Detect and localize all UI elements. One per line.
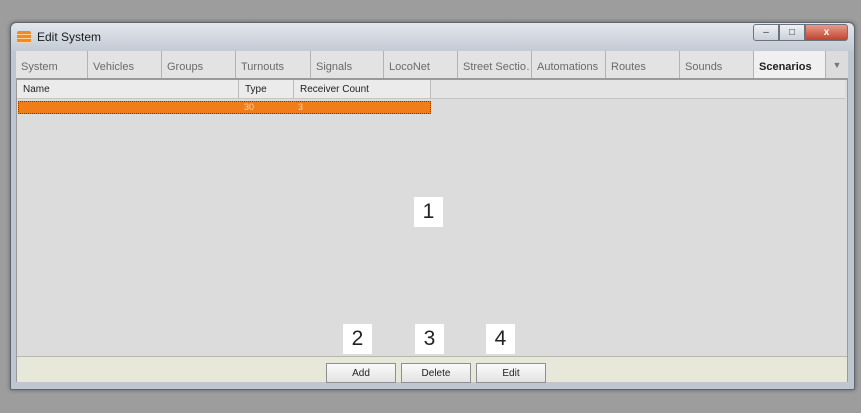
column-header-receiver-count[interactable]: Receiver Count	[294, 80, 431, 98]
tab-routes[interactable]: Routes	[606, 51, 680, 78]
tab-sounds[interactable]: Sounds	[680, 51, 754, 78]
callout-2: 2	[343, 324, 372, 354]
tab-automations[interactable]: Automations	[532, 51, 606, 78]
tab-system[interactable]: System	[16, 51, 88, 78]
tab-groups[interactable]: Groups	[162, 51, 236, 78]
maximize-icon: □	[788, 27, 796, 38]
delete-button[interactable]: Delete	[401, 363, 471, 383]
cell-receiver-count: 3	[298, 102, 304, 112]
tab-street-sections[interactable]: Street Sectio…	[458, 51, 532, 78]
tab-turnouts[interactable]: Turnouts	[236, 51, 311, 78]
column-header-name[interactable]: Name	[17, 80, 239, 98]
tab-vehicles[interactable]: Vehicles	[88, 51, 162, 78]
title-bar[interactable]: Edit System – □ x	[11, 23, 854, 51]
app-icon	[17, 31, 31, 43]
tab-signals[interactable]: Signals	[311, 51, 384, 78]
callout-4: 4	[486, 324, 515, 354]
tab-overflow-chevron-down-icon[interactable]: ▼	[826, 51, 848, 78]
edit-button[interactable]: Edit	[476, 363, 546, 383]
close-icon: x	[823, 27, 830, 38]
window-title: Edit System	[37, 30, 102, 44]
minimize-button[interactable]: –	[753, 24, 779, 41]
cell-type: 30	[244, 102, 255, 112]
table-row[interactable]: 30 3	[18, 101, 431, 114]
callout-1: 1	[414, 197, 443, 227]
maximize-button[interactable]: □	[779, 24, 805, 41]
button-bar: Add Delete Edit	[17, 356, 847, 383]
tab-scenarios[interactable]: Scenarios	[754, 51, 826, 78]
grid-header: Name Type Receiver Count	[17, 80, 845, 99]
callout-3: 3	[415, 324, 444, 354]
column-header-type[interactable]: Type	[239, 80, 294, 98]
window-controls: – □ x	[753, 24, 848, 41]
tab-loconet[interactable]: LocoNet	[384, 51, 458, 78]
close-button[interactable]: x	[805, 24, 848, 41]
add-button[interactable]: Add	[326, 363, 396, 383]
tab-bar: System Vehicles Groups Turnouts Signals …	[16, 51, 848, 79]
minimize-icon: –	[763, 27, 769, 38]
